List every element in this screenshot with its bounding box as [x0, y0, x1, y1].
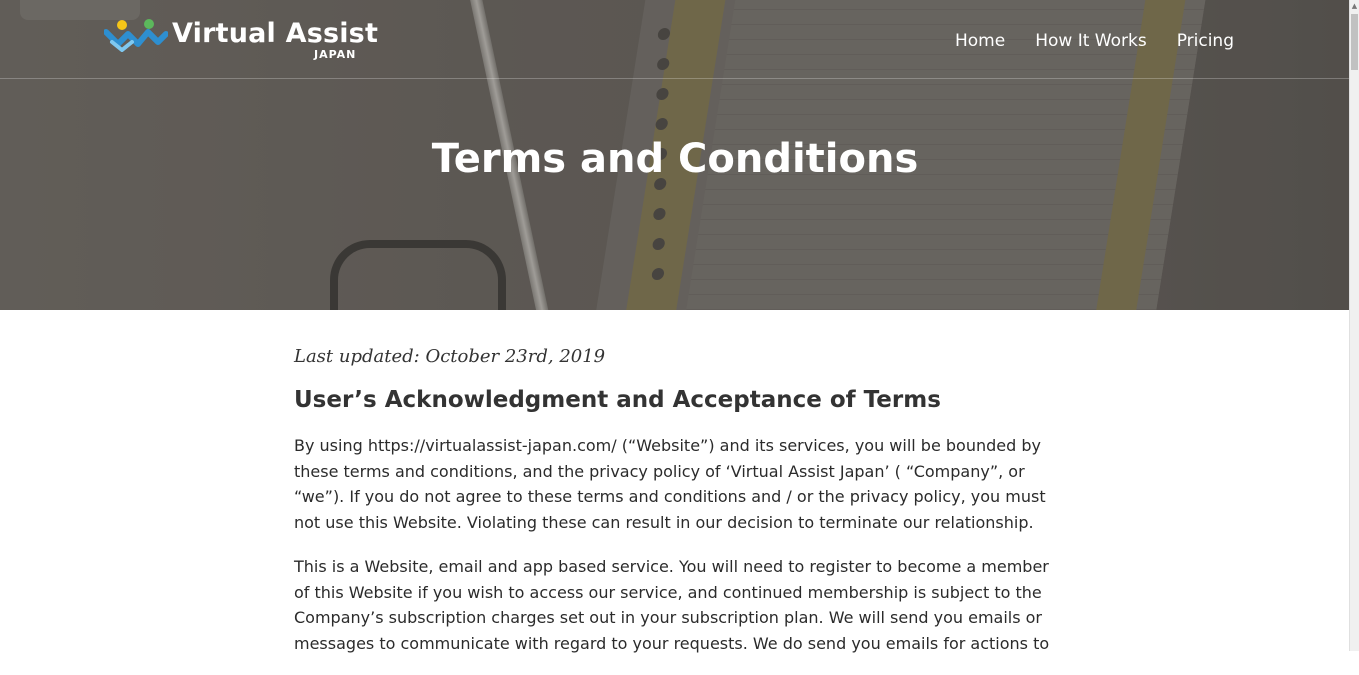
page-title: Terms and Conditions — [431, 136, 919, 182]
nav-pricing-link[interactable]: Pricing — [1177, 31, 1234, 51]
terms-paragraph: By using https://virtualassist-japan.com… — [294, 436, 1046, 533]
last-updated-text: Last updated: October 23rd, 2019 — [294, 346, 606, 367]
hero-banner: Virtual Assist JAPAN Home How It Works P… — [0, 0, 1350, 310]
page-scrollbar[interactable]: ▲ — [1349, 0, 1359, 651]
scrollbar-thumb[interactable] — [1351, 14, 1358, 70]
terms-paragraph: This is a Website, email and app based s… — [294, 556, 1050, 653]
virtual-assist-logo-icon — [104, 19, 168, 52]
terms-content: Last updated: October 23rd, 2019 User’s … — [294, 346, 1064, 675]
logo-subtext: JAPAN — [314, 48, 357, 61]
main-nav: Home How It Works Pricing — [955, 31, 1234, 51]
nav-how-it-works-link[interactable]: How It Works — [1035, 31, 1146, 51]
site-header: Virtual Assist JAPAN Home How It Works P… — [0, 0, 1350, 79]
nav-home-link[interactable]: Home — [955, 31, 1005, 51]
logo-text: Virtual Assist — [172, 18, 379, 49]
scroll-up-arrow-icon[interactable]: ▲ — [1350, 0, 1359, 12]
site-logo[interactable]: Virtual Assist JAPAN — [104, 16, 378, 62]
section-heading: User’s Acknowledgment and Acceptance of … — [294, 387, 941, 413]
